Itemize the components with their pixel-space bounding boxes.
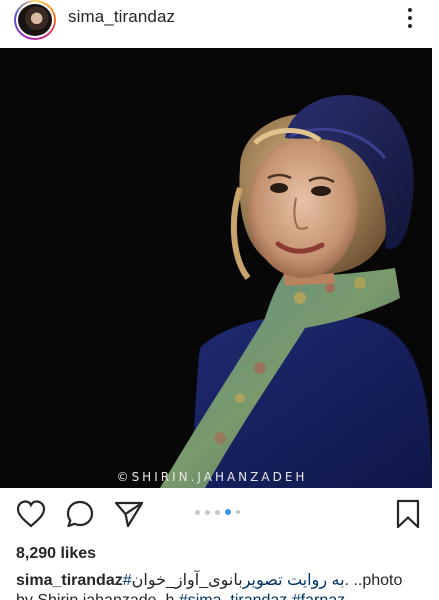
carousel-dot <box>215 509 220 515</box>
post-actions <box>0 497 439 533</box>
carousel-dot <box>195 509 200 515</box>
send-paper-plane-icon[interactable] <box>112 497 146 531</box>
caption-username[interactable]: sima_tirandaz <box>16 572 123 589</box>
carousel-dot <box>205 509 210 515</box>
carousel-indicator <box>195 509 240 515</box>
carousel-dot-active <box>225 509 231 515</box>
heart-outline-icon[interactable] <box>14 497 48 531</box>
carousel-dot <box>236 510 240 514</box>
post-header: sima_tirandaz <box>0 0 439 40</box>
likes-count[interactable]: 8,290 likes <box>16 545 96 563</box>
caption-hashtags[interactable]: #sima_tirandaz #farnaz <box>179 592 345 600</box>
caption-line-2: by Shirin.jahanzade_h #sima_tirandaz #fa… <box>16 592 439 600</box>
more-vertical-icon[interactable] <box>398 6 422 30</box>
post-username[interactable]: sima_tirandaz <box>68 7 175 27</box>
caption-credit: by Shirin.jahanzade_h <box>16 592 174 600</box>
avatar[interactable] <box>16 2 54 38</box>
story-ring[interactable] <box>14 0 56 40</box>
bookmark-icon[interactable] <box>391 497 425 531</box>
post-photo[interactable] <box>0 48 432 488</box>
comment-bubble-icon[interactable] <box>63 497 97 531</box>
caption-line-1: sima_tirandaz#به روایت تصویربانوی_آواز_خ… <box>16 570 439 590</box>
photo-watermark: ©SHIRIN.JAHANZADEH <box>116 470 308 484</box>
